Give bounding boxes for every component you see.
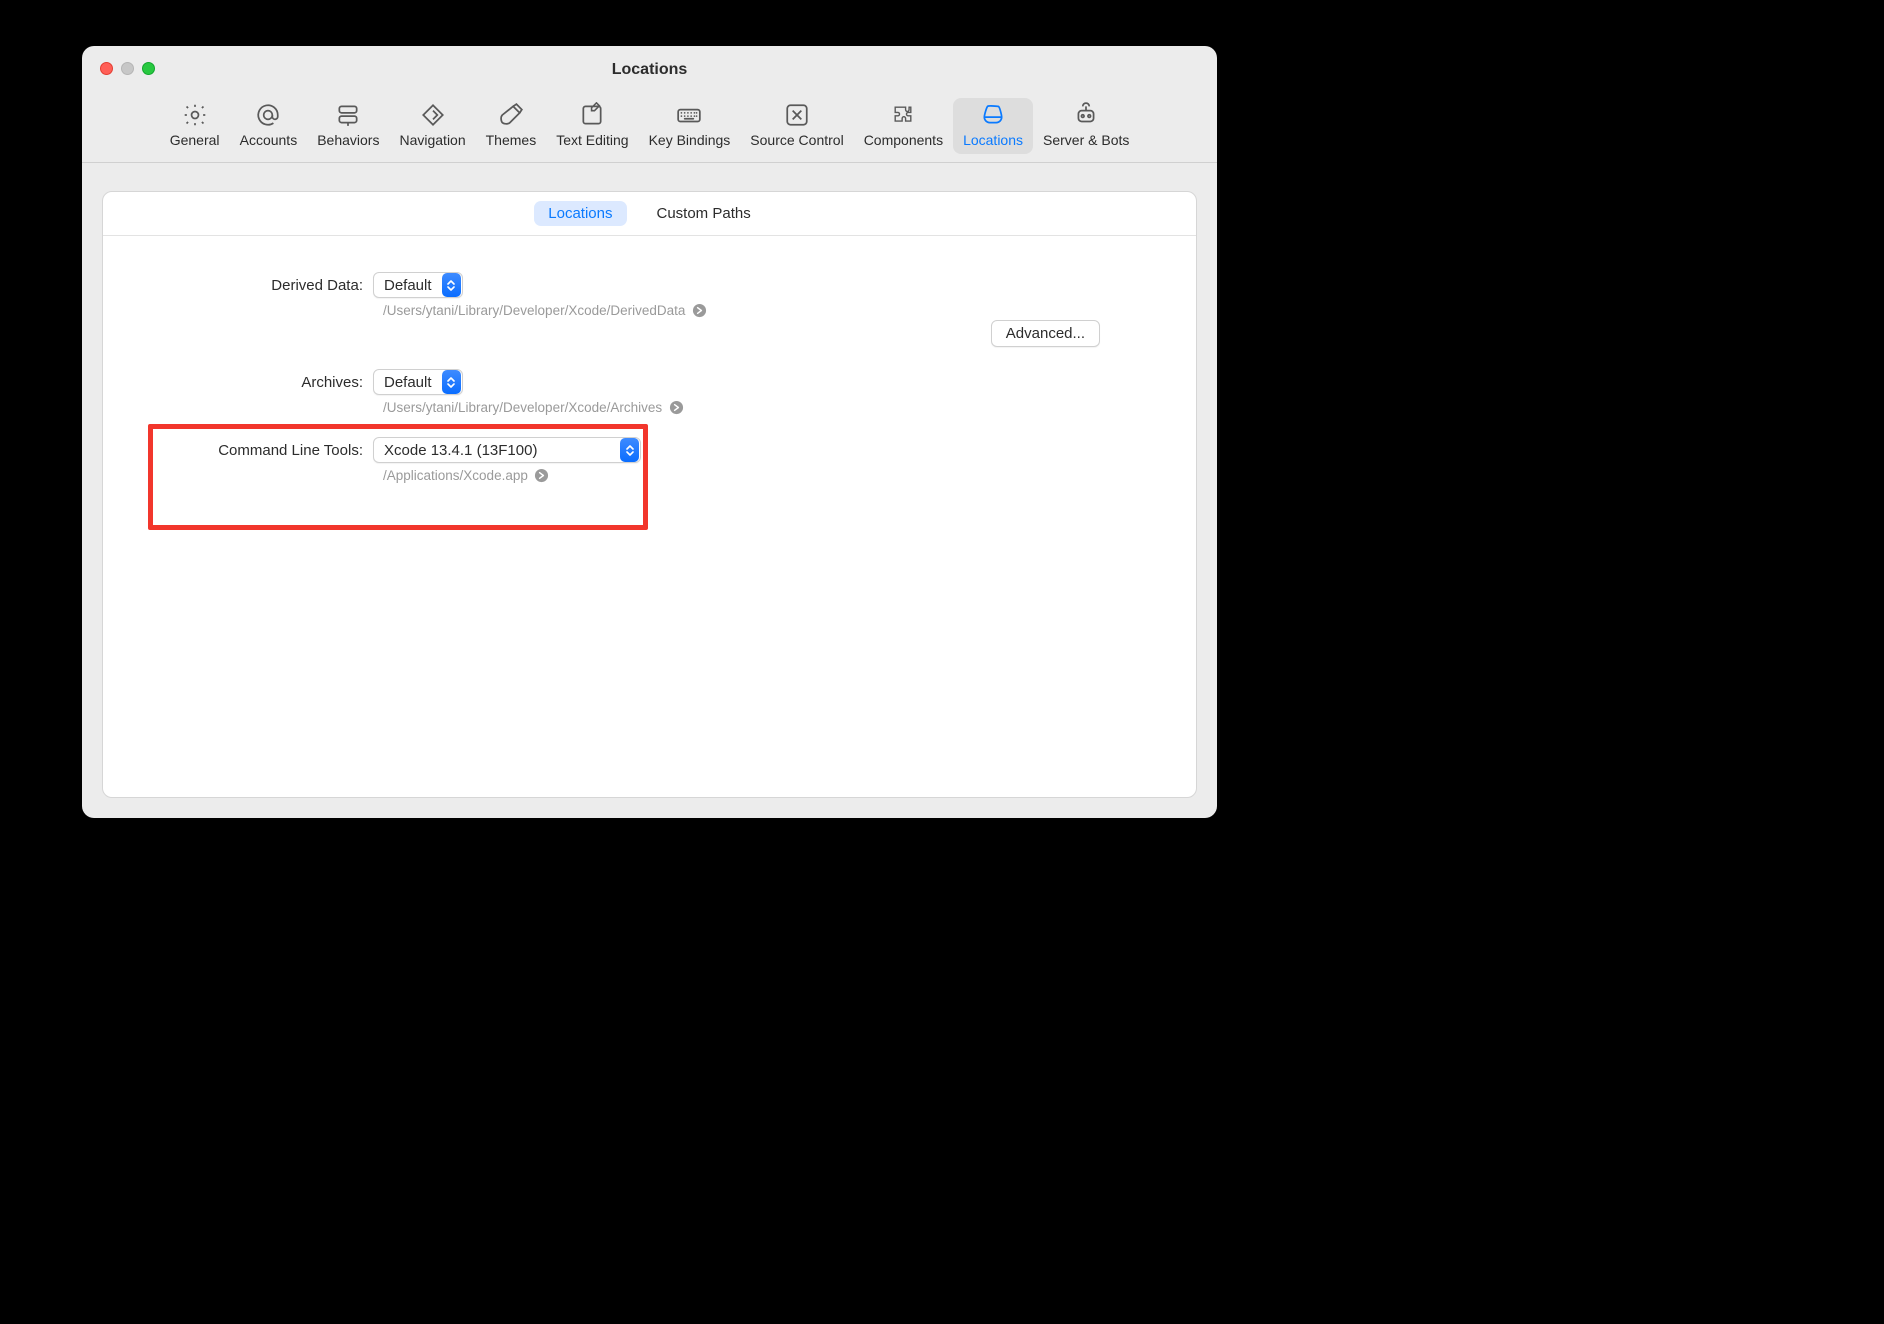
reveal-in-finder-icon[interactable] [534, 467, 550, 483]
select-arrows-icon [620, 438, 639, 462]
toolbar-label: General [170, 132, 220, 148]
sub-tab-bar: Locations Custom Paths [103, 192, 1196, 236]
reveal-in-finder-icon[interactable] [691, 302, 707, 318]
toolbar-item-themes[interactable]: Themes [476, 98, 547, 154]
tab-custom-paths[interactable]: Custom Paths [643, 201, 765, 226]
gear-icon [180, 102, 210, 128]
bot-icon [1071, 102, 1101, 128]
titlebar: Locations [82, 46, 1217, 94]
derived-data-label: Derived Data: [103, 277, 373, 294]
toolbar-label: Server & Bots [1043, 132, 1129, 148]
zoom-window-button[interactable] [142, 62, 155, 75]
toolbar-label: Source Control [750, 132, 843, 148]
preferences-toolbar: General Accounts Behaviors Navigation Th… [82, 94, 1217, 163]
toolbar-item-locations[interactable]: Locations [953, 98, 1033, 154]
advanced-button[interactable]: Advanced... [991, 320, 1100, 347]
toolbar-item-text-editing[interactable]: Text Editing [546, 98, 638, 154]
close-window-button[interactable] [100, 62, 113, 75]
toolbar-label: Components [864, 132, 943, 148]
archives-path-row: /Users/ytani/Library/Developer/Xcode/Arc… [383, 399, 1196, 415]
window-title: Locations [612, 61, 688, 79]
puzzle-icon [888, 102, 918, 128]
derived-data-path: /Users/ytani/Library/Developer/Xcode/Der… [383, 303, 685, 318]
clt-label: Command Line Tools: [103, 442, 373, 459]
behaviors-icon [333, 102, 363, 128]
keyboard-icon [674, 102, 704, 128]
toolbar-label: Text Editing [556, 132, 628, 148]
clt-path: /Applications/Xcode.app [383, 468, 528, 483]
preferences-window: Locations General Accounts Behaviors Na [82, 46, 1217, 818]
derived-data-aux: Advanced... [383, 320, 1196, 347]
clt-row: Command Line Tools: Xcode 13.4.1 (13F100… [103, 437, 1196, 463]
toolbar-item-server-bots[interactable]: Server & Bots [1033, 98, 1139, 154]
toolbar-label: Navigation [399, 132, 465, 148]
archives-path: /Users/ytani/Library/Developer/Xcode/Arc… [383, 400, 662, 415]
toolbar-label: Behaviors [317, 132, 379, 148]
content-panel: Locations Custom Paths Derived Data: Def… [102, 191, 1197, 798]
toolbar-label: Locations [963, 132, 1023, 148]
toolbar-item-components[interactable]: Components [854, 98, 953, 154]
toolbar-item-source-control[interactable]: Source Control [740, 98, 853, 154]
derived-data-path-row: /Users/ytani/Library/Developer/Xcode/Der… [383, 302, 1196, 318]
archives-select[interactable]: Default [373, 369, 463, 395]
locations-form: Derived Data: Default /Users/ytani/Libra… [103, 236, 1196, 529]
derived-data-value: Default [374, 277, 442, 294]
paintbrush-icon [496, 102, 526, 128]
navigation-icon [418, 102, 448, 128]
traffic-lights [100, 62, 155, 75]
clt-value: Xcode 13.4.1 (13F100) [374, 442, 547, 459]
clt-path-row: /Applications/Xcode.app [383, 467, 1196, 483]
toolbar-item-navigation[interactable]: Navigation [389, 98, 475, 154]
text-editing-icon [577, 102, 607, 128]
toolbar-label: Key Bindings [649, 132, 731, 148]
archives-row: Archives: Default [103, 369, 1196, 395]
derived-data-row: Derived Data: Default [103, 272, 1196, 298]
archives-value: Default [374, 374, 442, 391]
tab-locations[interactable]: Locations [534, 201, 626, 226]
toolbar-label: Accounts [240, 132, 298, 148]
disk-icon [978, 102, 1008, 128]
toolbar-item-general[interactable]: General [160, 98, 230, 154]
command-line-tools-select[interactable]: Xcode 13.4.1 (13F100) [373, 437, 641, 463]
toolbar-label: Themes [486, 132, 537, 148]
source-control-icon [782, 102, 812, 128]
derived-data-select[interactable]: Default [373, 272, 463, 298]
at-sign-icon [253, 102, 283, 128]
reveal-in-finder-icon[interactable] [668, 399, 684, 415]
toolbar-item-accounts[interactable]: Accounts [230, 98, 308, 154]
select-arrows-icon [442, 370, 461, 394]
select-arrows-icon [442, 273, 461, 297]
toolbar-item-behaviors[interactable]: Behaviors [307, 98, 389, 154]
minimize-window-button[interactable] [121, 62, 134, 75]
toolbar-item-key-bindings[interactable]: Key Bindings [639, 98, 741, 154]
archives-label: Archives: [103, 374, 373, 391]
